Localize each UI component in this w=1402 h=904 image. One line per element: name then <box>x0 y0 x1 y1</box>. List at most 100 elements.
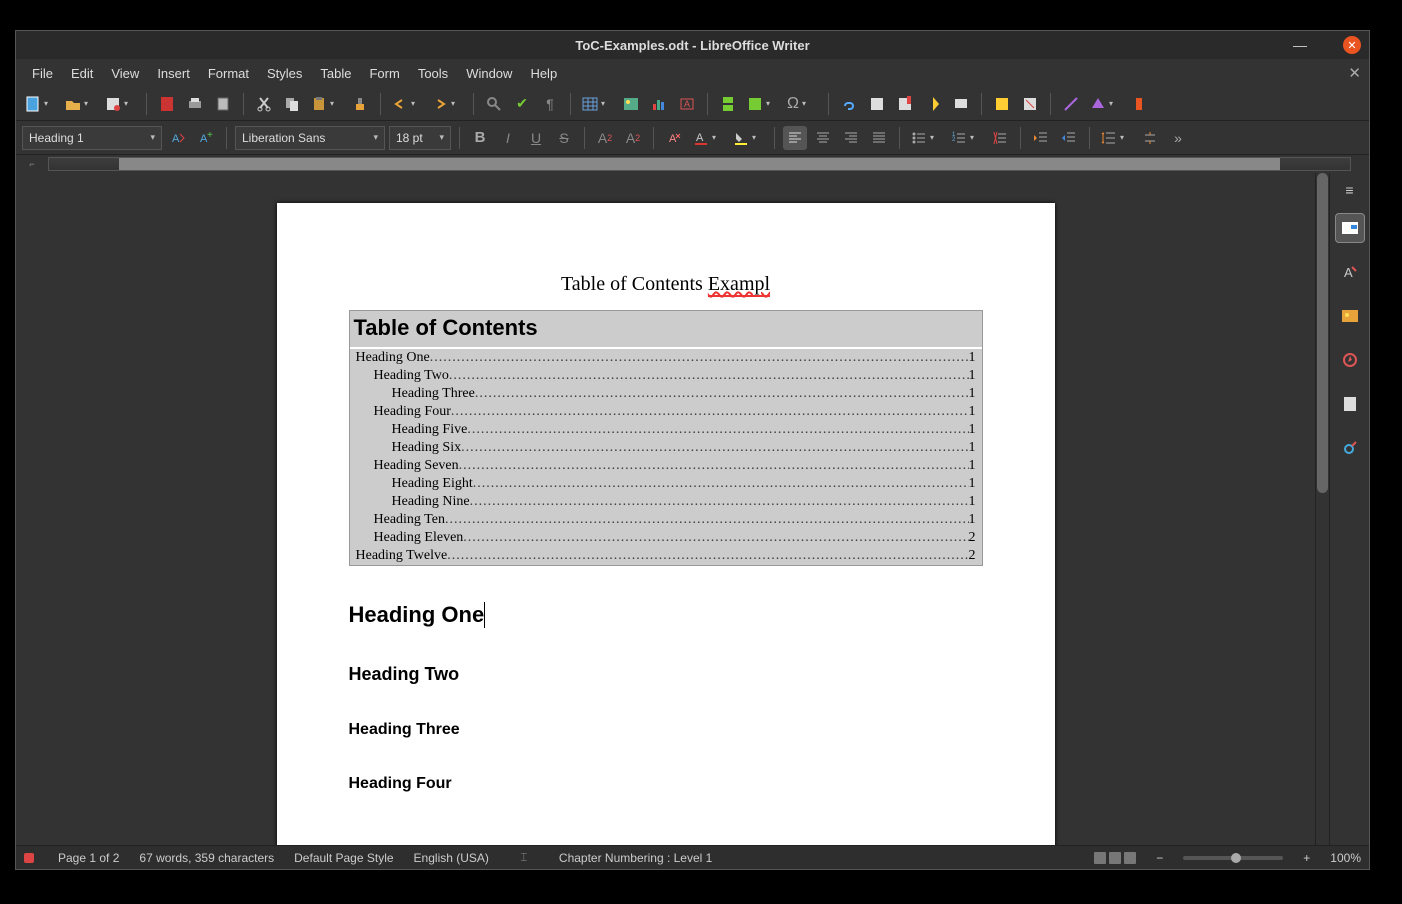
insert-comment-button[interactable] <box>949 92 973 116</box>
status-zoom[interactable]: 100% <box>1330 851 1361 865</box>
insert-chart-button[interactable] <box>647 92 671 116</box>
subscript-button[interactable]: A2 <box>621 126 645 150</box>
menu-format[interactable]: Format <box>200 62 257 85</box>
minimize-button[interactable]: — <box>1291 36 1309 54</box>
paragraph-style-combo[interactable]: Heading 1▾ <box>22 126 162 150</box>
special-char-button[interactable]: Ω <box>784 92 820 116</box>
sidebar-page-button[interactable] <box>1335 389 1365 419</box>
line-button[interactable] <box>1059 92 1083 116</box>
document-page[interactable]: Table of Contents Exampl Table of Conten… <box>277 203 1055 845</box>
menu-view[interactable]: View <box>103 62 147 85</box>
menu-help[interactable]: Help <box>522 62 565 85</box>
increase-indent-button[interactable] <box>1029 126 1053 150</box>
toc-entry[interactable]: Heading Seven...........................… <box>350 457 982 475</box>
track-changes-icon[interactable] <box>990 92 1014 116</box>
view-mode-icons[interactable] <box>1094 852 1136 864</box>
strikethrough-button[interactable]: S <box>552 126 576 150</box>
sidebar-navigator-button[interactable] <box>1335 345 1365 375</box>
print-preview-button[interactable] <box>211 92 235 116</box>
document-viewport[interactable]: Table of Contents Exampl Table of Conten… <box>16 173 1315 845</box>
toc-entry[interactable]: Heading Ten.............................… <box>350 511 982 529</box>
sidebar-menu-icon[interactable]: ≡ <box>1339 181 1361 199</box>
menu-styles[interactable]: Styles <box>259 62 310 85</box>
insert-hyperlink-button[interactable] <box>837 92 861 116</box>
redo-button[interactable] <box>429 92 465 116</box>
scrollbar-thumb[interactable] <box>1317 173 1328 493</box>
export-pdf-button[interactable] <box>155 92 179 116</box>
toc-entry[interactable]: Heading Four............................… <box>350 403 982 421</box>
horizontal-ruler[interactable] <box>48 157 1351 171</box>
close-button[interactable]: ✕ <box>1343 36 1361 54</box>
show-changes-button[interactable] <box>1018 92 1042 116</box>
spellcheck-button[interactable]: ✔ <box>510 92 534 116</box>
status-language[interactable]: English (USA) <box>414 851 489 865</box>
font-color-button[interactable]: A <box>690 126 726 150</box>
insert-field-button[interactable] <box>744 92 780 116</box>
decrease-indent-button[interactable] <box>1057 126 1081 150</box>
align-left-button[interactable] <box>783 126 807 150</box>
font-name-combo[interactable]: Liberation Sans▾ <box>235 126 385 150</box>
align-center-button[interactable] <box>811 126 835 150</box>
bullet-list-button[interactable] <box>908 126 944 150</box>
find-replace-button[interactable] <box>482 92 506 116</box>
new-style-button[interactable]: A+ <box>194 126 218 150</box>
menu-file[interactable]: File <box>24 62 61 85</box>
sidebar-styles-button[interactable]: A <box>1335 257 1365 287</box>
vertical-scrollbar[interactable] <box>1315 173 1329 845</box>
insert-footnote-button[interactable] <box>865 92 889 116</box>
document-heading[interactable]: Heading Three <box>349 721 983 739</box>
toc-entry[interactable]: Heading Six.............................… <box>350 439 982 457</box>
highlight-color-button[interactable] <box>730 126 766 150</box>
zoom-in-button[interactable]: + <box>1303 851 1310 865</box>
sidebar-properties-button[interactable] <box>1335 213 1365 243</box>
insert-textbox-button[interactable]: A <box>675 92 699 116</box>
toolbar-overflow-icon[interactable]: » <box>1166 126 1190 150</box>
toc-entry[interactable]: Heading Eleven..........................… <box>350 529 982 547</box>
document-heading[interactable]: Heading Two <box>349 664 983 685</box>
menu-table[interactable]: Table <box>312 62 359 85</box>
clone-formatting-button[interactable] <box>348 92 372 116</box>
basic-shapes-button[interactable] <box>1087 92 1123 116</box>
update-style-button[interactable]: A <box>166 126 190 150</box>
status-page[interactable]: Page 1 of 2 <box>58 851 119 865</box>
insert-crossref-button[interactable] <box>921 92 945 116</box>
document-title[interactable]: Table of Contents Exampl <box>349 273 983 296</box>
document-modified-icon[interactable] <box>24 853 34 863</box>
toc-entry[interactable]: Heading One.............................… <box>350 349 982 367</box>
sidebar-inspector-button[interactable] <box>1335 433 1365 463</box>
document-close-icon[interactable]: ✕ <box>1348 64 1361 82</box>
cut-button[interactable] <box>252 92 276 116</box>
toc-entry[interactable]: Heading Nine............................… <box>350 493 982 511</box>
menu-insert[interactable]: Insert <box>149 62 198 85</box>
show-draw-button[interactable] <box>1127 92 1151 116</box>
clear-formatting-button[interactable]: A <box>662 126 686 150</box>
copy-button[interactable] <box>280 92 304 116</box>
print-button[interactable] <box>183 92 207 116</box>
save-button[interactable] <box>102 92 138 116</box>
spell-error-word[interactable]: Exampl <box>708 273 770 297</box>
no-list-button[interactable] <box>988 126 1012 150</box>
toc-entry[interactable]: Heading Five............................… <box>350 421 982 439</box>
underline-button[interactable]: U <box>524 126 548 150</box>
line-spacing-button[interactable] <box>1098 126 1134 150</box>
open-button[interactable] <box>62 92 98 116</box>
menu-window[interactable]: Window <box>458 62 520 85</box>
sidebar-gallery-button[interactable] <box>1335 301 1365 331</box>
superscript-button[interactable]: A2 <box>593 126 617 150</box>
status-insert-mode[interactable]: ⌶ <box>509 850 539 865</box>
align-right-button[interactable] <box>839 126 863 150</box>
numbered-list-button[interactable]: 12 <box>948 126 984 150</box>
toc-entry[interactable]: Heading Two.............................… <box>350 367 982 385</box>
font-size-combo[interactable]: 18 pt▾ <box>389 126 451 150</box>
menu-tools[interactable]: Tools <box>410 62 456 85</box>
status-page-style[interactable]: Default Page Style <box>294 851 393 865</box>
toc-entry[interactable]: Heading Twelve..........................… <box>350 547 982 565</box>
toc-entry[interactable]: Heading Three...........................… <box>350 385 982 403</box>
document-heading[interactable]: Heading Four <box>349 775 983 793</box>
menu-form[interactable]: Form <box>361 62 407 85</box>
document-heading[interactable]: Heading One <box>349 602 486 628</box>
table-of-contents[interactable]: Table of Contents Heading One...........… <box>349 310 983 566</box>
insert-image-button[interactable] <box>619 92 643 116</box>
zoom-out-button[interactable]: − <box>1156 851 1163 865</box>
status-word-count[interactable]: 67 words, 359 characters <box>139 851 274 865</box>
